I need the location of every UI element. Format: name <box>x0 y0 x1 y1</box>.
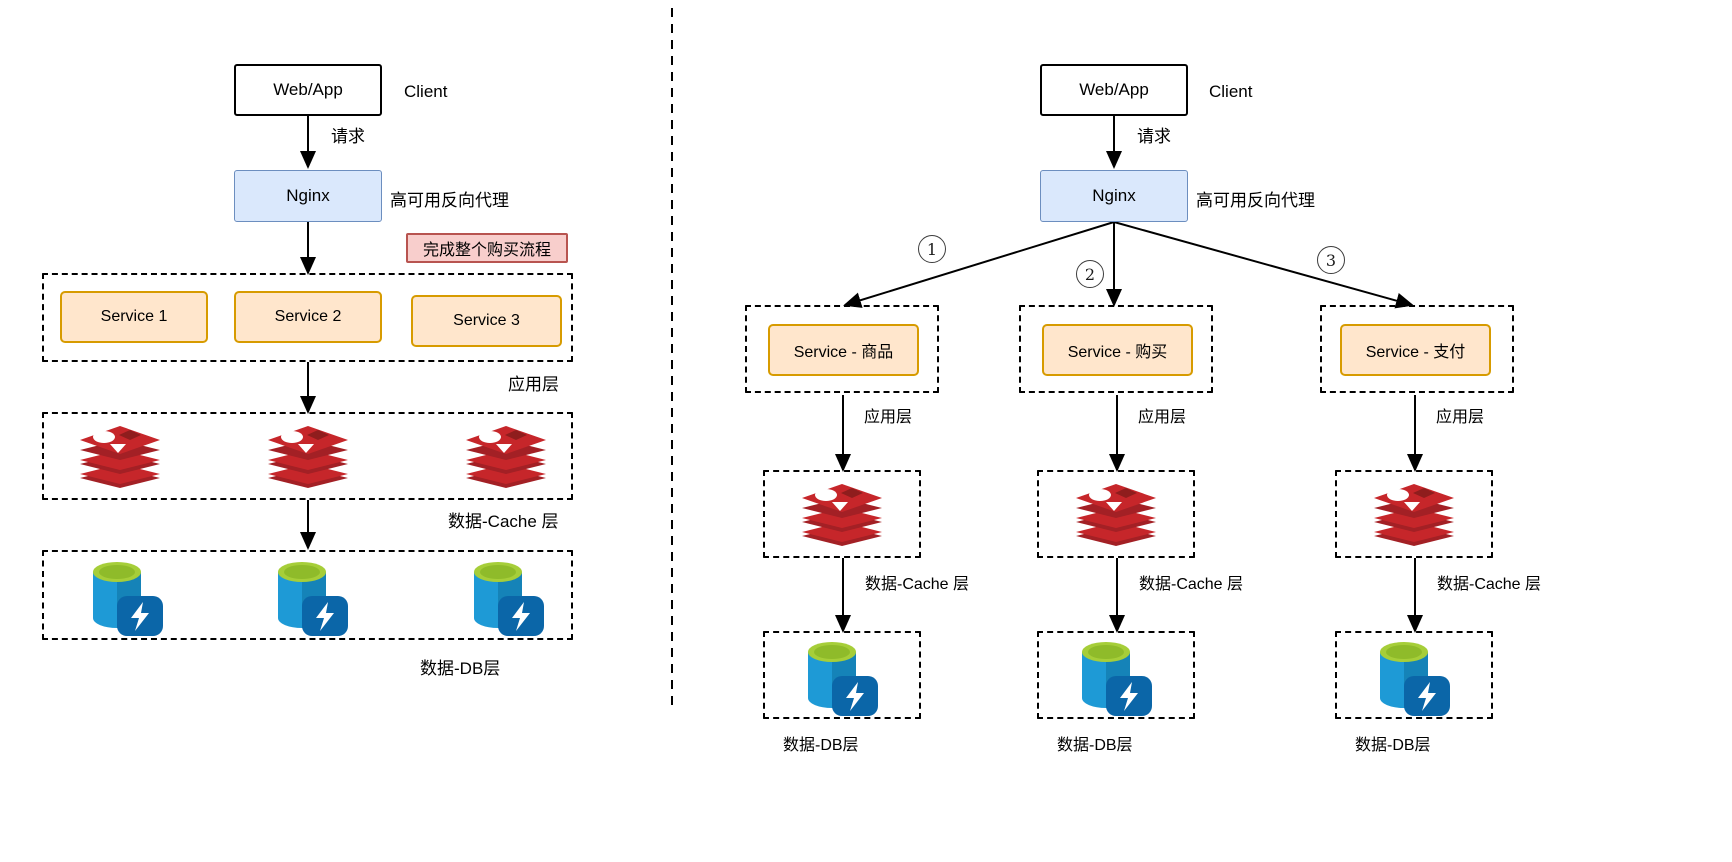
right-service-payment-label: Service - 支付 <box>1365 344 1466 361</box>
left-service-2-label: Service 2 <box>274 308 342 325</box>
right-col3-db-layer-label: 数据-DB层 <box>1355 737 1431 754</box>
redis-icon <box>268 426 348 488</box>
left-cache-layer-label: 数据-Cache 层 <box>448 512 559 531</box>
left-db-layer-label: 数据-DB层 <box>420 659 501 678</box>
left-request-label: 请求 <box>331 127 365 146</box>
right-service-purchase-label: Service - 购买 <box>1067 344 1168 361</box>
right-service-payment-box[interactable]: Service - 支付 <box>1340 324 1491 376</box>
redis-icon <box>466 426 546 488</box>
right-col2-app-layer-label: 应用层 <box>1138 409 1187 426</box>
left-service-1-box[interactable]: Service 1 <box>60 291 208 343</box>
redis-icon <box>1374 484 1454 546</box>
left-client-label: Client <box>404 82 448 101</box>
right-web-app-box[interactable]: Web/App <box>1040 64 1188 116</box>
left-nginx-desc: 高可用反向代理 <box>390 191 509 210</box>
left-web-app-label: Web/App <box>273 79 343 99</box>
right-col1-app-layer-label: 应用层 <box>864 409 913 426</box>
left-service-1-label: Service 1 <box>100 308 168 325</box>
branch-number-3: 3 <box>1317 246 1345 274</box>
database-icon <box>278 562 348 636</box>
branch-number-1: 1 <box>918 235 946 263</box>
right-col1-cache-layer-label: 数据-Cache 层 <box>865 576 970 593</box>
database-icon <box>474 562 544 636</box>
right-nginx-label: Nginx <box>1092 186 1136 205</box>
right-col2-cache-layer-label: 数据-Cache 层 <box>1139 576 1244 593</box>
right-nginx-desc: 高可用反向代理 <box>1196 191 1315 210</box>
right-col2-db-layer-label: 数据-DB层 <box>1057 737 1133 754</box>
right-col3-cache-layer-label: 数据-Cache 层 <box>1437 576 1542 593</box>
left-service-3-box[interactable]: Service 3 <box>411 295 562 347</box>
right-service-product-label: Service - 商品 <box>793 344 894 361</box>
database-icon <box>93 562 163 636</box>
database-icon <box>1082 642 1152 716</box>
database-icon <box>808 642 878 716</box>
redis-icon <box>80 426 160 488</box>
right-request-label: 请求 <box>1137 127 1171 146</box>
right-col1-db-layer-label: 数据-DB层 <box>783 737 859 754</box>
right-web-app-label: Web/App <box>1079 79 1149 99</box>
redis-icon <box>1076 484 1156 546</box>
right-service-product-box[interactable]: Service - 商品 <box>768 324 919 376</box>
left-app-layer-label: 应用层 <box>508 375 559 394</box>
diagram-canvas: Web/App Client 请求 Nginx 高可用反向代理 完成整个购买流程… <box>0 0 1732 862</box>
left-web-app-box[interactable]: Web/App <box>234 64 382 116</box>
right-nginx-box[interactable]: Nginx <box>1040 170 1188 222</box>
branch-number-2: 2 <box>1076 260 1104 288</box>
database-icon <box>1380 642 1450 716</box>
redis-icon <box>802 484 882 546</box>
right-col3-app-layer-label: 应用层 <box>1436 409 1485 426</box>
left-purchase-flow-badge-label: 完成整个购买流程 <box>422 242 551 259</box>
left-nginx-box[interactable]: Nginx <box>234 170 382 222</box>
left-service-2-box[interactable]: Service 2 <box>234 291 382 343</box>
right-client-label: Client <box>1209 82 1253 101</box>
left-nginx-label: Nginx <box>286 186 330 205</box>
left-service-3-label: Service 3 <box>453 312 520 329</box>
left-purchase-flow-badge: 完成整个购买流程 <box>406 233 568 263</box>
right-service-purchase-box[interactable]: Service - 购买 <box>1042 324 1193 376</box>
